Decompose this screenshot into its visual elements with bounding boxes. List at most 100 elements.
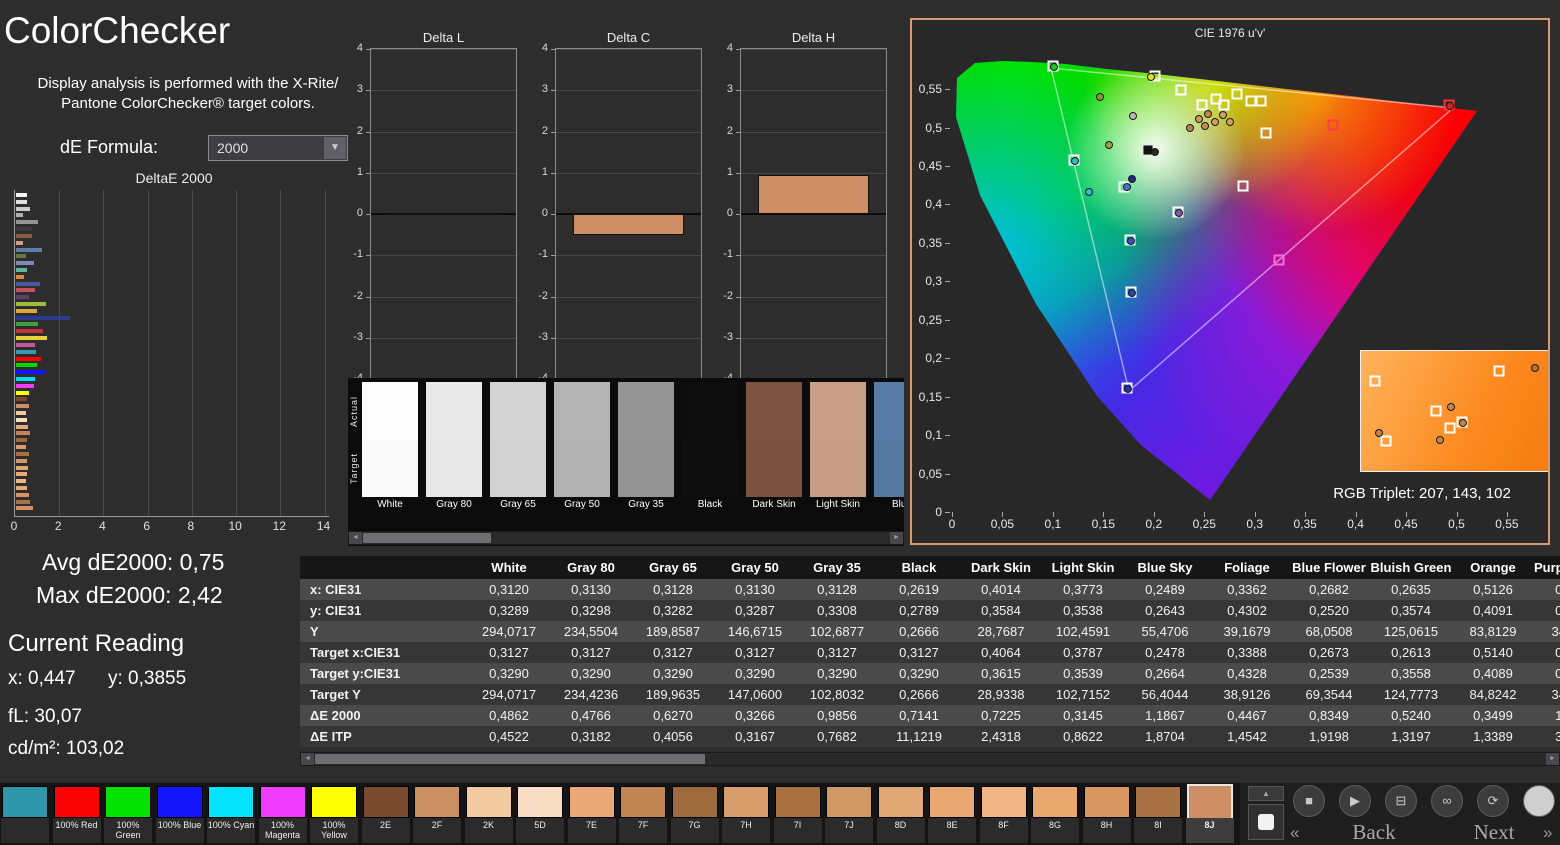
back-chevron-icon[interactable]: « [1290, 823, 1299, 843]
patch-cell-100-red[interactable]: 100% Red [52, 785, 102, 843]
patch-label: 100% Cyan [207, 818, 255, 843]
next-button[interactable]: Next [1444, 820, 1544, 845]
cie-y-tick-label: 0,35 [918, 235, 942, 250]
patch-cell-2f[interactable]: 2F [412, 785, 462, 843]
patch-cell-7h[interactable]: 7H [721, 785, 771, 843]
table-cell: 0,2789 [899, 603, 939, 618]
de-formula-label: dE Formula: [60, 137, 159, 157]
deltae-bar [16, 363, 37, 368]
continuous-button[interactable]: ∞ [1431, 785, 1463, 817]
display-mode-button[interactable] [1248, 804, 1284, 840]
swatch-target-white [362, 440, 418, 497]
measurement-point [1128, 289, 1136, 297]
delta-axis-tick [736, 296, 740, 298]
patch-cell-8f[interactable]: 8F [979, 785, 1029, 843]
actual-row-label: Actual [349, 395, 359, 427]
table-cell: 0,3127 [571, 645, 611, 660]
patch-label: 8I [1134, 818, 1182, 843]
stop-button[interactable]: ■ [1293, 785, 1325, 817]
patch-cell-8j[interactable]: 8J [1185, 784, 1235, 843]
delta-axis-tick [551, 90, 555, 92]
table-cell: 1,0961 [1555, 708, 1560, 723]
table-row-label: Target x:CIE31 [310, 645, 401, 660]
table-cell: 147,0600 [727, 687, 783, 702]
table-cell: 0,2539 [1309, 666, 1349, 681]
inset-measurement-point [1436, 436, 1444, 444]
target-point [1273, 254, 1285, 266]
table-cell: 189,8587 [645, 624, 701, 639]
patch-cell-7g[interactable]: 7G [670, 785, 720, 843]
table-cell: 0,2520 [1309, 603, 1349, 618]
patch-cell-7e[interactable]: 7E [567, 785, 617, 843]
target-point [1255, 95, 1267, 107]
swatch-target-gray-35 [618, 440, 674, 497]
patch-cell-7f[interactable]: 7F [618, 785, 668, 843]
table-cell: 0,3128 [653, 582, 693, 597]
table-row-target-x-cie31: Target x:CIE31 0,3127 0,3127 0,3127 0,3127 0,… [300, 642, 1560, 663]
scroll-right-icon[interactable]: ► [1546, 753, 1559, 765]
back-button[interactable]: Back [1314, 820, 1434, 845]
patch-cell-patch[interactable] [0, 785, 50, 843]
patch-cell-8g[interactable]: 8G [1030, 785, 1080, 843]
target-point [1260, 127, 1272, 139]
delta-gridline [371, 337, 516, 339]
patch-cell-8h[interactable]: 8H [1082, 785, 1132, 843]
measurement-point [1446, 102, 1454, 110]
cie-x-tick-label: 0,4 [1347, 517, 1364, 531]
scrollbar-thumb[interactable] [363, 533, 491, 543]
scrollbar-thumb[interactable] [315, 754, 705, 764]
patch-cell-2k[interactable]: 2K [464, 785, 514, 843]
table-cell: 0,3388 [1227, 645, 1267, 660]
table-scrollbar[interactable]: ◄ ► [300, 752, 1560, 766]
table-cell: 68,0508 [1305, 624, 1353, 639]
patch-cell-8i[interactable]: 8I [1133, 785, 1183, 843]
table-row-y-cie31: y: CIE31 0,3289 0,3298 0,3282 0,3287 0,3308 0,… [300, 600, 1560, 621]
cie-y-tick [945, 89, 950, 91]
deltae-axis-tick-label: 8 [187, 519, 195, 533]
table-cell: 0,8622 [1063, 729, 1103, 744]
measurement-table: White Gray 80 Gray 65 Gray 50 Gray 35 Black Da… [300, 556, 1560, 747]
patch-cell-8d[interactable]: 8D [876, 785, 926, 843]
measure-button[interactable]: ⊟ [1385, 785, 1417, 817]
strip-scroll-up-button[interactable]: ▲ [1248, 786, 1284, 801]
patch-cell-100-cyan[interactable]: 100% Cyan [206, 785, 256, 843]
deltae-bar [16, 233, 32, 238]
scroll-left-icon[interactable]: ◄ [301, 753, 314, 765]
indicator-button[interactable] [1523, 785, 1555, 817]
patch-cell-2e[interactable]: 2E [361, 785, 411, 843]
patch-cell-8e[interactable]: 8E [927, 785, 977, 843]
patch-label: 2F [413, 818, 461, 843]
scroll-left-icon[interactable]: ◄ [349, 532, 362, 544]
de-formula-dropdown[interactable]: 2000 ▼ [208, 135, 348, 161]
patch-cell-7i[interactable]: 7I [773, 785, 823, 843]
table-cell: 1,4542 [1227, 729, 1267, 744]
deltae-bar [16, 329, 43, 334]
delta-axis-label: 2 [541, 124, 548, 137]
patch-preview-scrollbar[interactable]: ◄ ► [348, 531, 904, 545]
cie-x-tick-label: 0,05 [990, 517, 1015, 531]
swatch-target-gray-65 [490, 440, 546, 497]
swatch-target-blue [874, 440, 904, 497]
patch-cell-5d[interactable]: 5D [515, 785, 565, 843]
play-button[interactable]: ▶ [1339, 785, 1371, 817]
next-chevron-icon[interactable]: » [1543, 823, 1552, 843]
patch-cell-7j[interactable]: 7J [824, 785, 874, 843]
patch-cell-100-green[interactable]: 100% Green [103, 785, 153, 843]
delta-axis-label: 0 [726, 207, 733, 219]
measurement-point [1175, 209, 1183, 217]
delta-gridline [371, 49, 516, 50]
refresh-button[interactable]: ⟳ [1477, 785, 1509, 817]
patch-label: 8E [928, 818, 976, 843]
chevron-down-icon[interactable]: ▼ [324, 137, 346, 159]
deltae-bar [16, 220, 38, 225]
table-cell: 0,3120 [489, 582, 529, 597]
measurement-point [1147, 73, 1155, 81]
patch-cell-100-magenta[interactable]: 100% Magenta [258, 785, 308, 843]
delta-h-title: Delta H [791, 30, 836, 45]
scroll-right-icon[interactable]: ► [890, 532, 903, 544]
patch-cell-100-blue[interactable]: 100% Blue [155, 785, 205, 843]
deltae-gridline [324, 190, 326, 516]
delta-gridline [371, 131, 516, 133]
patch-cell-100-yellow[interactable]: 100% Yellow [309, 785, 359, 843]
delta-axis-tick [366, 90, 370, 92]
